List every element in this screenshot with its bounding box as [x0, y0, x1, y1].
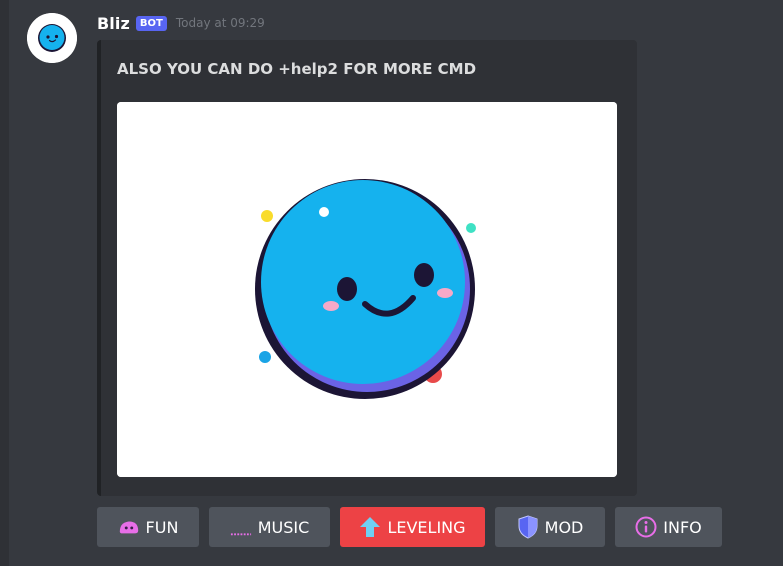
- music-button[interactable]: MUSIC: [209, 507, 330, 547]
- music-button-label: MUSIC: [257, 517, 310, 537]
- embed-title: ALSO YOU CAN DO +help2 FOR MORE CMD: [117, 60, 477, 78]
- leveling-button[interactable]: LEVELING: [340, 507, 485, 547]
- mod-button-label: MOD: [544, 517, 584, 537]
- info-button[interactable]: INFO: [615, 507, 722, 547]
- slime-icon: [118, 516, 140, 538]
- fun-button-label: FUN: [145, 517, 179, 537]
- leveling-button-label: LEVELING: [387, 517, 466, 537]
- bot-badge: BOT: [135, 15, 167, 31]
- action-row: FUN MUSIC LEVELING MOD INFO: [97, 507, 722, 547]
- message-embed: ALSO YOU CAN DO +help2 FOR MORE CMD: [97, 40, 637, 496]
- up-arrow-icon: [359, 516, 381, 538]
- embed-image[interactable]: [117, 102, 617, 477]
- mod-button[interactable]: MOD: [495, 507, 605, 547]
- smiling-blue-face-icon: [117, 102, 617, 477]
- fun-button[interactable]: FUN: [97, 507, 199, 547]
- info-icon: [635, 516, 657, 538]
- chat-window: Bliz BOT Today at 09:29 ALSO YOU CAN DO …: [0, 0, 783, 566]
- avatar[interactable]: [27, 13, 77, 63]
- info-button-label: INFO: [663, 517, 702, 537]
- channel-sidebar-edge: [0, 0, 9, 566]
- message-timestamp: Today at 09:29: [175, 16, 265, 30]
- shield-icon: [517, 515, 539, 539]
- bot-avatar-icon: [27, 13, 77, 63]
- message-header: Bliz BOT Today at 09:29: [97, 12, 265, 34]
- music-bar-icon: [230, 516, 252, 538]
- username[interactable]: Bliz: [97, 14, 130, 33]
